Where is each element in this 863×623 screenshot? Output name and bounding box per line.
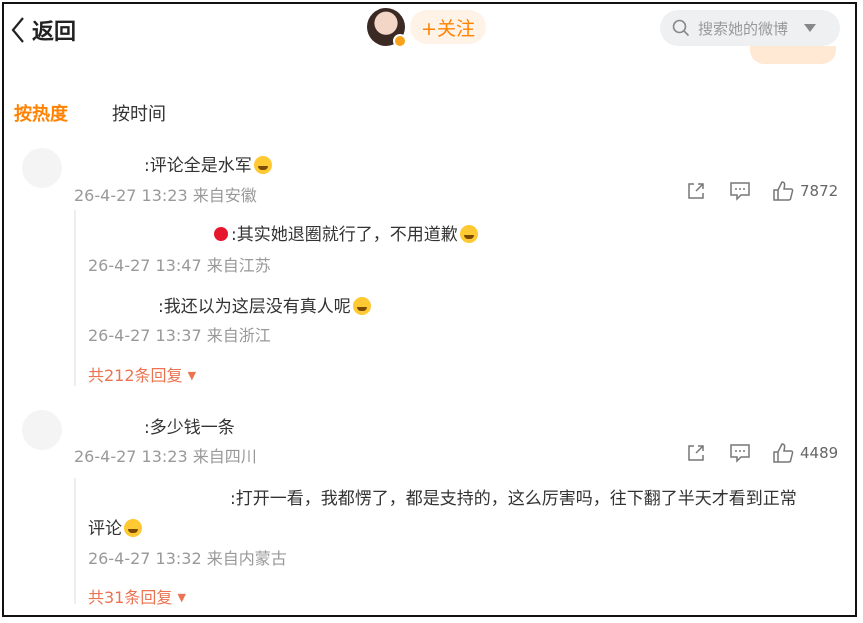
comment-text: :多少钱一条: [144, 418, 235, 438]
like-count: 7872: [800, 182, 839, 200]
verified-badge-icon: [393, 34, 407, 48]
reply-thread-line: [74, 478, 76, 604]
decorative-pill: [750, 46, 836, 64]
search-icon: [672, 19, 690, 37]
share-button[interactable]: [686, 443, 706, 463]
like-icon: [773, 443, 794, 463]
comment-icon: [730, 182, 750, 201]
chevron-left-icon: [11, 17, 24, 43]
more-replies-link[interactable]: 共31条回复 ▼: [88, 584, 186, 608]
reply-text-continued: 评论: [88, 514, 142, 539]
user-badge-icon: [214, 227, 228, 241]
back-button[interactable]: 返回: [10, 14, 76, 46]
comment-meta: 26-4-27 13:23 来自安徽: [74, 186, 257, 205]
search-box[interactable]: 搜索她的微博: [660, 10, 840, 46]
comment-text: :评论全是水军: [144, 151, 272, 176]
like-count: 4489: [800, 444, 839, 462]
share-button[interactable]: [686, 181, 706, 201]
more-replies-link[interactable]: 共212条回复 ▼: [88, 362, 196, 386]
like-icon: [773, 181, 794, 201]
reply-text: :我还以为这层没有真人呢: [158, 292, 371, 317]
like-button[interactable]: 4489: [772, 442, 838, 464]
avatar[interactable]: [22, 410, 62, 450]
caret-down-icon: ▼: [187, 369, 197, 382]
caret-down-icon[interactable]: [804, 24, 817, 32]
reply-text: :打开一看，我都愣了，都是支持的，这么厉害吗，往下翻了半天才看到正常: [230, 489, 797, 509]
emoji-icon: [124, 519, 142, 537]
emoji-icon: [459, 225, 478, 243]
emoji-icon: [352, 297, 371, 315]
comment-button[interactable]: [729, 181, 751, 201]
avatar[interactable]: [22, 148, 62, 188]
like-button[interactable]: 7872: [772, 180, 838, 202]
reply-meta: 26-4-27 13:32 来自内蒙古: [88, 549, 287, 568]
reply-meta: 26-4-27 13:47 来自江苏: [88, 256, 271, 275]
share-icon: [688, 445, 704, 461]
comment-icon: [730, 444, 750, 463]
search-input[interactable]: 搜索她的微博: [698, 18, 788, 39]
reply-meta: 26-4-27 13:37 来自浙江: [88, 326, 271, 345]
tab-time[interactable]: 按时间: [112, 100, 166, 126]
caret-down-icon: ▼: [177, 591, 186, 604]
reply-text: :其实她退圈就行了，不用道歉: [214, 220, 478, 245]
reply-thread-line: [74, 210, 76, 386]
tab-hot[interactable]: 按热度: [14, 100, 68, 126]
share-icon: [688, 183, 704, 199]
comment-button[interactable]: [729, 443, 751, 463]
back-label: 返回: [32, 20, 77, 45]
follow-button[interactable]: +关注: [410, 10, 486, 44]
emoji-icon: [253, 156, 272, 174]
comment-meta: 26-4-27 13:23 来自四川: [74, 447, 257, 466]
